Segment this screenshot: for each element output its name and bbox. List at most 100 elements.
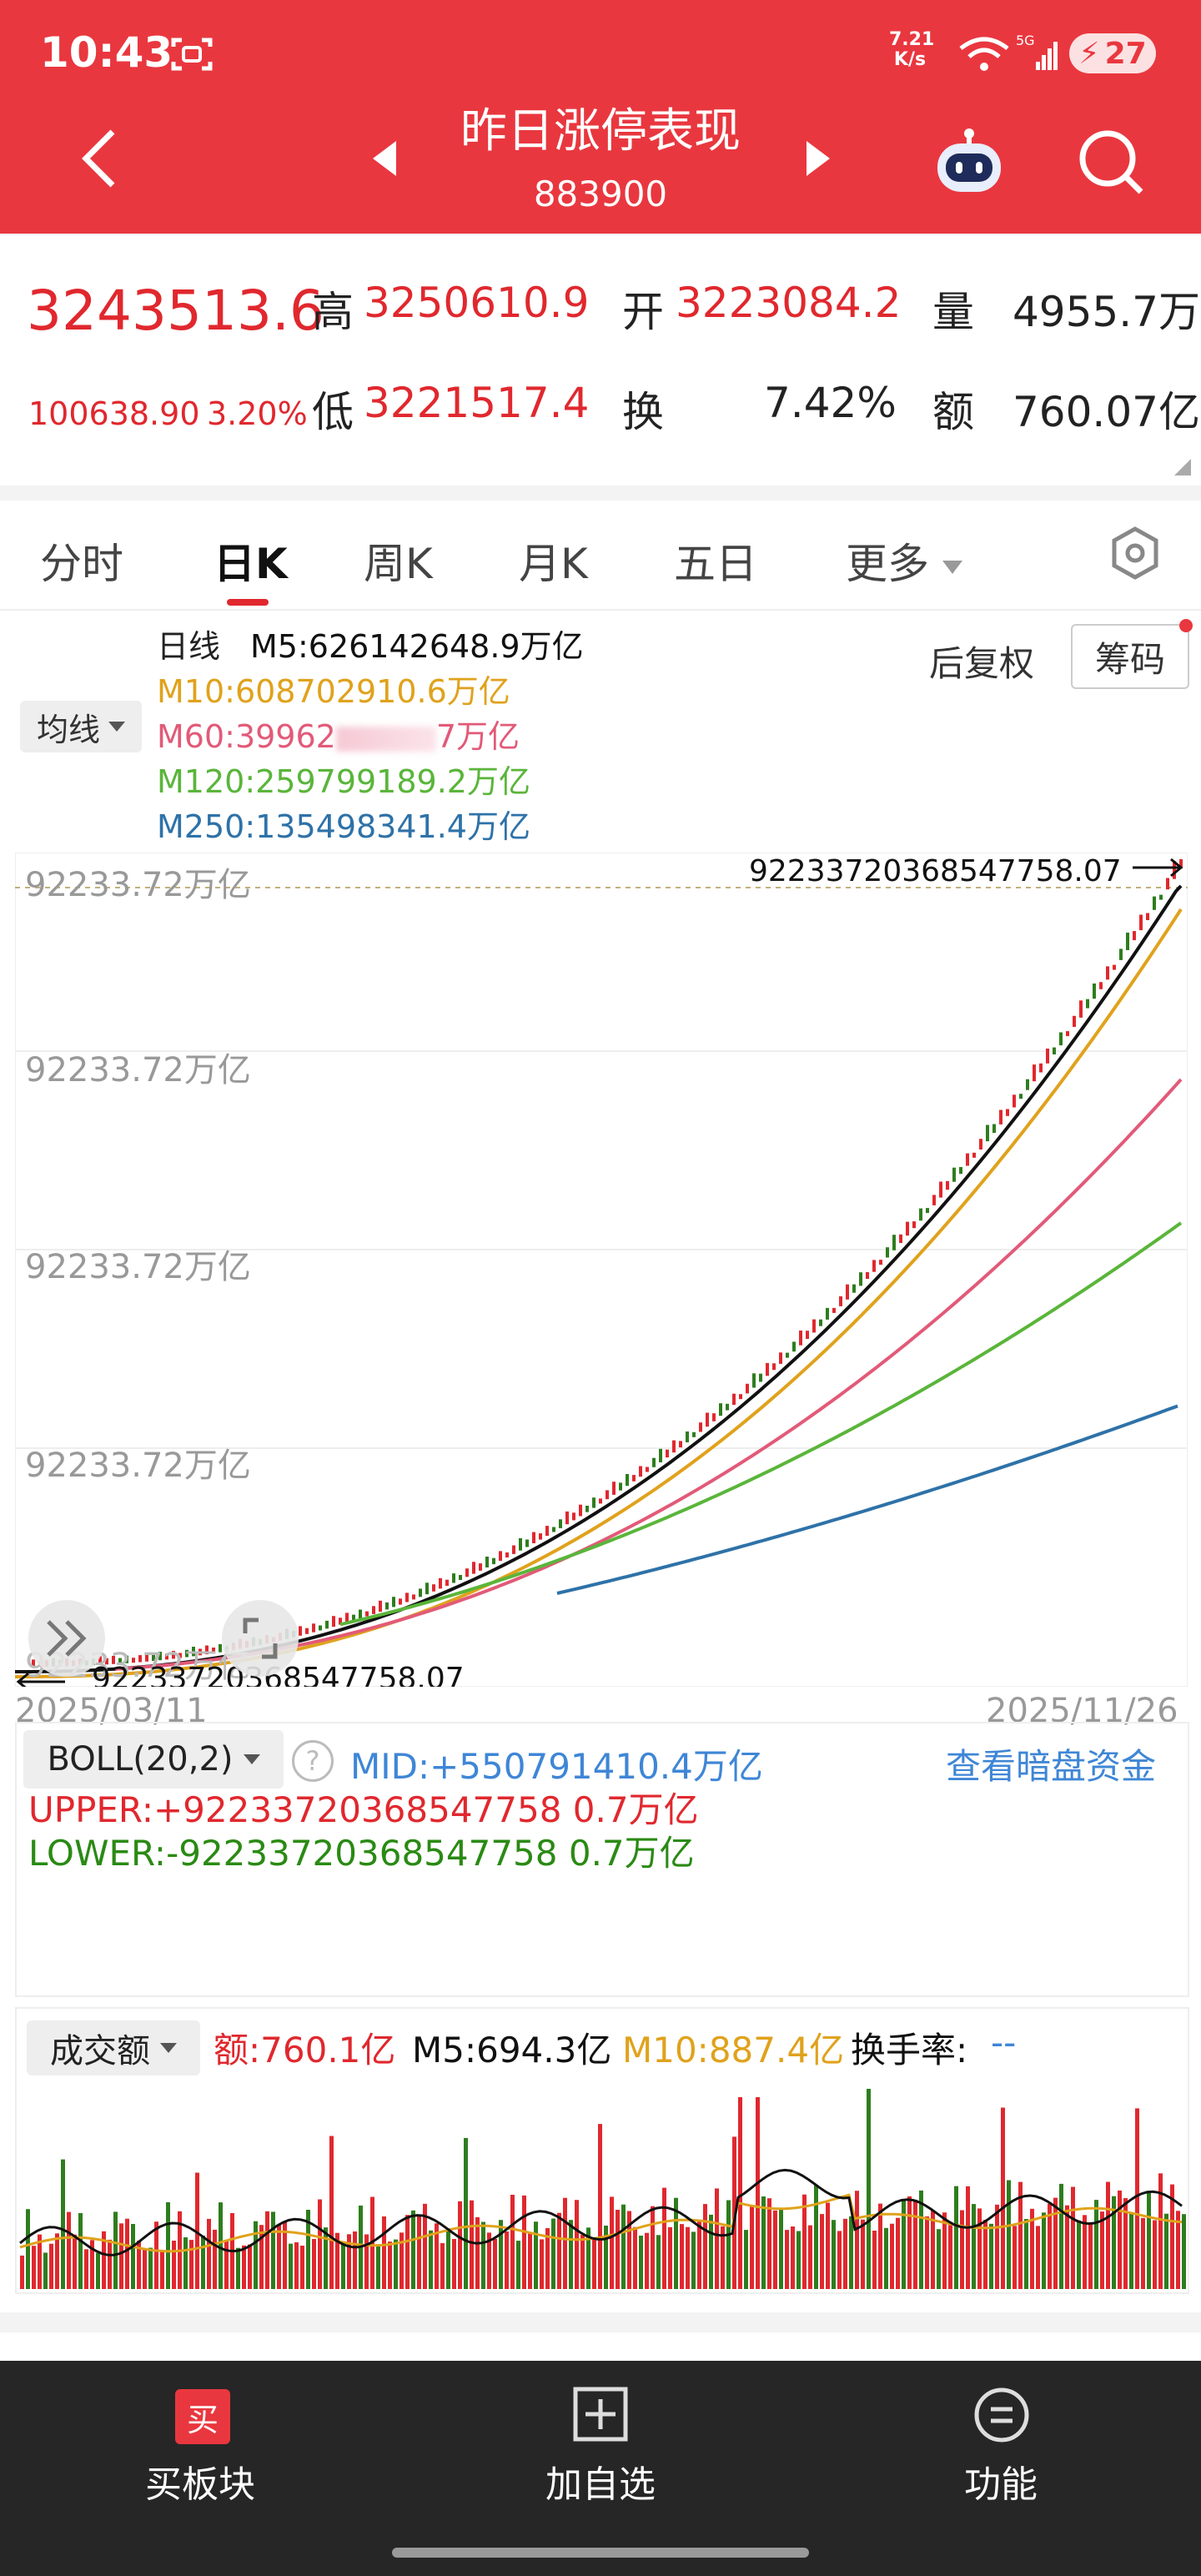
expand-corner-icon[interactable]: [1174, 459, 1191, 475]
volume-bar: [364, 2234, 369, 2289]
candle: [932, 1195, 936, 1205]
ma-selector[interactable]: 均线: [20, 701, 142, 752]
tab-monthly-k[interactable]: 月K: [519, 531, 588, 591]
buy-sector-button[interactable]: 买 买板块: [75, 2361, 325, 2536]
tab-more[interactable]: 更多: [846, 531, 962, 591]
candle: [552, 1527, 555, 1532]
volume-bar: [499, 2220, 503, 2289]
functions-button[interactable]: 功能: [876, 2361, 1126, 2536]
candle: [686, 1431, 689, 1442]
volume-bar: [907, 2196, 912, 2289]
volume-bar: [598, 2124, 602, 2289]
candle: [792, 1341, 796, 1352]
volume-bar: [925, 2216, 929, 2289]
volume-bar: [405, 2215, 410, 2289]
candle: [979, 1139, 982, 1150]
candle: [432, 1584, 435, 1592]
candle: [405, 1592, 409, 1602]
turnover-label: 换: [622, 388, 664, 436]
candle: [1113, 964, 1116, 970]
volume-bar: [1147, 2191, 1151, 2289]
next-item-button[interactable]: [797, 133, 839, 184]
chips-button[interactable]: 筹码: [1071, 624, 1189, 689]
kline-chart-area: 日线 M5:626142648.9万亿 均线 M10:608702910.6万亿…: [0, 611, 1201, 2366]
volume-bar: [861, 2219, 865, 2289]
volume-bar: [189, 2240, 193, 2289]
candle: [666, 1449, 669, 1458]
volume-bar: [312, 2239, 316, 2289]
volume-bar: [224, 2241, 229, 2289]
volume-bar: [183, 2237, 188, 2289]
candle: [579, 1504, 582, 1517]
restore-rights-label[interactable]: 后复权: [929, 636, 1034, 687]
candle: [1153, 896, 1156, 910]
volume-bar: [324, 2227, 328, 2289]
candle: [646, 1467, 649, 1472]
volume-bar: [294, 2242, 299, 2289]
volume-bar: [779, 2209, 783, 2289]
search-icon[interactable]: [1074, 125, 1148, 202]
tab-intraday[interactable]: 分时: [40, 531, 123, 591]
volume-bar: [534, 2221, 538, 2289]
candle: [766, 1362, 769, 1376]
volume-bar: [289, 2243, 293, 2289]
candle: [539, 1533, 542, 1540]
home-indicator: [392, 2548, 809, 2558]
volume-m10: M10:887.4亿: [622, 2030, 845, 2070]
tab-five-day[interactable]: 五日: [674, 531, 757, 591]
add-watchlist-label: 加自选: [545, 2463, 656, 2506]
volume-bar: [254, 2221, 258, 2289]
volume-bar: [20, 2255, 24, 2289]
candle: [986, 1124, 989, 1142]
boll-panel: BOLL(20,2) ? MID:+550791410.4万亿 查看暗盘资金 U…: [15, 1722, 1189, 1997]
volume-bar: [867, 2089, 871, 2289]
volume-bar: [540, 2239, 544, 2289]
candle: [639, 1466, 642, 1477]
candle: [772, 1363, 776, 1371]
boll-selector-label: BOLL(20,2): [47, 1740, 234, 1779]
candle: [946, 1180, 949, 1190]
volume-bar: [411, 2210, 415, 2289]
candle: [585, 1506, 589, 1512]
candle: [799, 1331, 802, 1346]
quote-panel: 3243513.6 100638.90 3.20% 高 3250610.9 低 …: [0, 235, 1201, 486]
volume-selector[interactable]: 成交额: [27, 2020, 200, 2075]
volume-bar: [259, 2225, 264, 2289]
candle: [819, 1319, 822, 1326]
kline-main-chart[interactable]: 92233.72万亿 92233.72万亿 92233.72万亿 92233.7…: [15, 853, 1188, 1687]
tab-daily-k[interactable]: 日K: [214, 531, 288, 591]
fullscreen-toggle-icon[interactable]: [222, 1600, 299, 1677]
candle: [1053, 1047, 1056, 1054]
candle: [632, 1475, 636, 1482]
tab-weekly-k[interactable]: 周K: [364, 531, 433, 591]
robot-assistant-icon[interactable]: [931, 127, 1008, 200]
active-tab-indicator: [227, 599, 269, 606]
volume-bar: [73, 2234, 77, 2289]
volume-bar: [67, 2211, 71, 2289]
volume-bar: [353, 2231, 357, 2289]
volume-bar: [645, 2232, 649, 2289]
candle: [912, 1221, 916, 1229]
candle: [325, 1620, 329, 1629]
low-value: 3221517.4: [364, 379, 590, 427]
candle: [612, 1482, 616, 1495]
candle: [886, 1247, 889, 1258]
volume-bar: [837, 2231, 842, 2289]
dark-pool-link[interactable]: 查看暗盘资金: [946, 1738, 1156, 1789]
volume-bar: [826, 2202, 830, 2289]
volume-bar: [855, 2191, 859, 2289]
candle: [952, 1167, 956, 1182]
candle: [992, 1124, 996, 1134]
candle: [592, 1497, 595, 1508]
candle: [759, 1373, 762, 1382]
boll-lower: LOWER:-92233720368547758 0.7万亿: [28, 1833, 695, 1874]
volume-bar: [1141, 2217, 1145, 2289]
boll-selector[interactable]: BOLL(20,2): [23, 1730, 284, 1789]
volume-bar: [902, 2199, 906, 2289]
candle: [606, 1490, 609, 1500]
candle: [899, 1234, 902, 1243]
volume-bar: [522, 2195, 526, 2289]
help-icon[interactable]: ?: [292, 1740, 334, 1782]
add-watchlist-button[interactable]: 加自选: [475, 2361, 726, 2536]
settings-hexagon-icon[interactable]: [1108, 526, 1163, 584]
